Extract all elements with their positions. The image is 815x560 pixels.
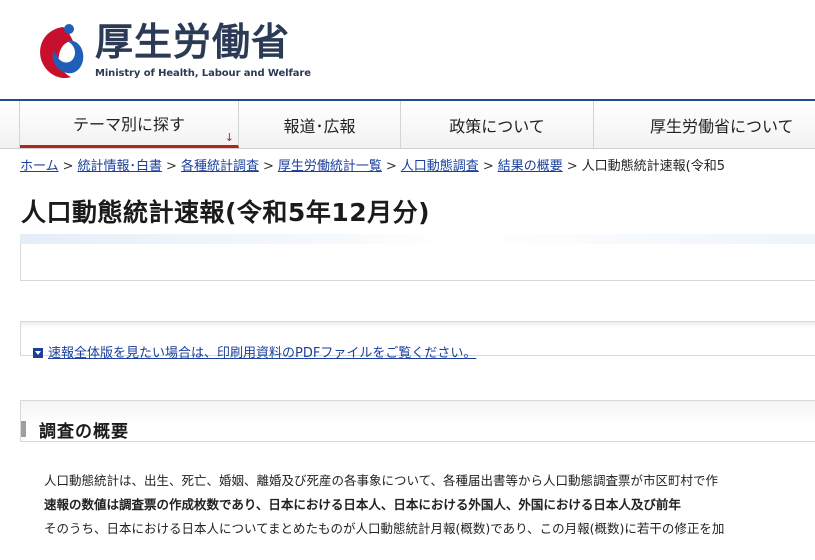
mhlw-emblem-icon	[40, 24, 84, 79]
page-title: 人口動態統計速報(令和5年12月分)	[21, 198, 431, 227]
breadcrumb-current: 人口動態統計速報(令和5	[581, 159, 725, 174]
body-paragraph-2: 速報の数値は調査票の作成枚数であり、日本における日本人、日本における外国人、外国…	[44, 497, 681, 512]
pdf-link-label: 速報全体版を見たい場合は、印刷用資料のPDFファイルをご覧ください。	[48, 346, 477, 361]
nav-item-label: 政策について	[449, 116, 545, 136]
breadcrumb-link-results[interactable]: 結果の概要	[498, 159, 563, 174]
nav-item-label: 報道･広報	[283, 116, 356, 136]
section-heading-panel: 調査の概要	[20, 400, 815, 442]
breadcrumb: ホーム > 統計情報･白書 > 各種統計調査 > 厚生労働統計一覧 > 人口動態調査 > 結果の概要…	[20, 155, 815, 174]
section-title: 調査の概要	[39, 422, 129, 442]
nav-item-policy[interactable]: 政策について	[401, 101, 594, 148]
breadcrumb-separator: >	[566, 159, 578, 174]
breadcrumb-separator: >	[166, 159, 177, 174]
nav-item-theme[interactable]: テーマ別に探す ↓	[20, 101, 239, 148]
breadcrumb-link-vital-stats[interactable]: 人口動態調査	[401, 159, 479, 174]
title-panel	[20, 244, 815, 281]
arrow-down-icon: ↓	[224, 131, 234, 144]
body-paragraph-3: そのうち、日本における日本人についてまとめたものが人口動態統計月報(概数)であり…	[44, 521, 725, 536]
pdf-download-link[interactable]: 速報全体版を見たい場合は、印刷用資料のPDFファイルをご覧ください。	[33, 342, 476, 361]
breadcrumb-separator: >	[62, 159, 74, 174]
nav-item-label: 厚生労働省について	[650, 116, 794, 136]
breadcrumb-link-surveys[interactable]: 各種統計調査	[181, 159, 259, 174]
logo-subtitle: Ministry of Health, Labour and Welfare	[95, 68, 311, 79]
breadcrumb-link-statistics[interactable]: 統計情報･白書	[78, 159, 163, 174]
title-decoration	[20, 234, 815, 244]
breadcrumb-link-home[interactable]: ホーム	[20, 159, 59, 174]
download-arrow-icon	[33, 348, 43, 358]
mhlw-logo[interactable]: 厚生労働省 Ministry of Health, Labour and Wel…	[33, 18, 311, 84]
nav-item-press[interactable]: 報道･広報	[239, 101, 401, 148]
global-nav: テーマ別に探す ↓ 報道･広報 政策について 厚生労働省について	[0, 99, 815, 149]
breadcrumb-link-stat-list[interactable]: 厚生労働統計一覧	[278, 159, 382, 174]
body-paragraph-1: 人口動態統計は、出生、死亡、婚姻、離婚及び死産の各事象について、各種届出書等から…	[44, 473, 719, 488]
logo-title: 厚生労働省	[95, 20, 291, 64]
section-marker	[21, 421, 26, 437]
nav-item-label: テーマ別に探す	[72, 115, 185, 134]
breadcrumb-separator: >	[385, 159, 397, 174]
pdf-notice-panel: 速報全体版を見たい場合は、印刷用資料のPDFファイルをご覧ください。	[20, 321, 815, 361]
breadcrumb-separator: >	[482, 159, 494, 174]
nav-item-about[interactable]: 厚生労働省について	[594, 101, 815, 148]
breadcrumb-separator: >	[262, 159, 274, 174]
